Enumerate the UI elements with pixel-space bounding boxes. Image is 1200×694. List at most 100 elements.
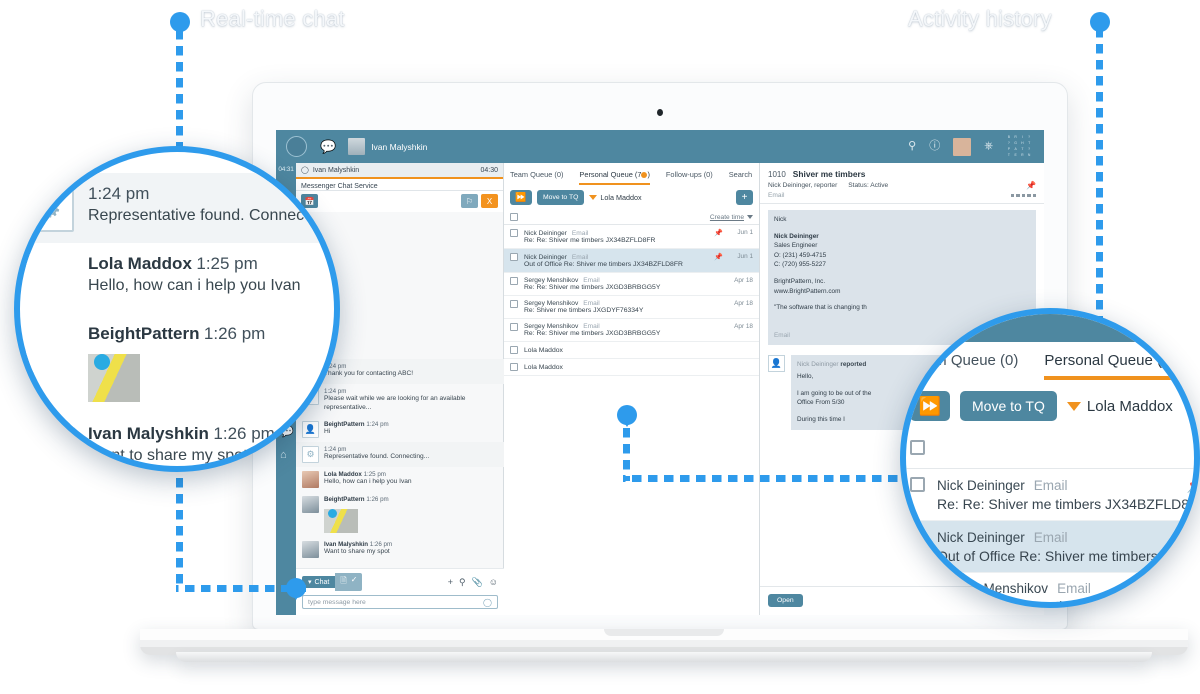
pin-icon[interactable]: 📌	[1187, 529, 1194, 546]
chat-mode-label: Chat	[314, 578, 330, 586]
row-subject: Re: Re: Shiver me timbers JXGD3BRBGG5Y	[524, 330, 661, 337]
user-avatar[interactable]	[953, 137, 972, 156]
avatar	[26, 324, 74, 372]
table-row[interactable]: Nick Deininger Email 📌 Out of Office Re:…	[906, 521, 1194, 573]
queue-owner-dropdown[interactable]: Lola Maddox	[1066, 398, 1173, 415]
chat-mode-button[interactable]: ▾ Chat	[302, 576, 336, 588]
search-icon[interactable]: ⚲	[459, 577, 466, 588]
case-number: 1010	[768, 170, 786, 179]
message-author: BeightPattern	[88, 324, 200, 343]
tab-personal-queue[interactable]: Personal Queue (7)	[579, 170, 650, 185]
message-text: Hello, how can i help you Ivan	[324, 477, 412, 485]
magnified-queue-toolbar: ⏩ Move to TQ Lola Maddox	[906, 380, 1194, 432]
move-to-tq-button[interactable]: Move to TQ	[960, 391, 1057, 421]
avatar	[26, 424, 74, 466]
row-checkbox[interactable]	[510, 363, 518, 371]
fast-forward-icon[interactable]: ⏩	[510, 190, 532, 205]
row-checkbox[interactable]	[510, 229, 518, 237]
move-to-tq-button[interactable]: Move to TQ	[537, 190, 585, 205]
table-row[interactable]: Nick Deininger Email 📌 Re: Re: Shiver me…	[504, 225, 759, 249]
help-icon[interactable]: ⓘ	[929, 141, 940, 152]
row-sender: Sergey Menshikov	[524, 277, 579, 284]
email-line: www.BrightPattern.com	[774, 287, 841, 295]
pin-icon[interactable]: 📌	[714, 229, 723, 237]
end-chat-button[interactable]: X	[481, 194, 498, 208]
pin-icon[interactable]: 📌	[1187, 477, 1194, 494]
sort-by-create-time[interactable]: Create time	[710, 214, 753, 221]
table-row[interactable]: Lola Maddox	[504, 342, 759, 359]
message-meta: Lola Maddox 1:25 pm	[88, 254, 301, 274]
case-detail-header: 1010 Shiver me timbers Nick Deininger, r…	[760, 163, 1044, 204]
tab-team-queue[interactable]: Team Queue (0)	[910, 352, 1018, 380]
send-bubble-icon[interactable]: ◯	[483, 598, 492, 607]
brand-letter: T	[1021, 147, 1024, 151]
brand-letter: ?	[1028, 135, 1031, 139]
app-header-actions: ⚲ ⓘ ⎈ B R I ? ? G H T P A T ? T E R N	[908, 135, 1036, 158]
queue-panel: Team Queue (0) Personal Queue (7) Follow…	[504, 163, 760, 615]
person-icon: 👤	[768, 355, 785, 373]
row-checkbox[interactable]	[510, 277, 518, 285]
table-row[interactable]: Lola Maddox	[504, 359, 759, 376]
select-all-checkbox[interactable]	[510, 213, 518, 221]
emoji-icon[interactable]: ☺	[489, 577, 498, 588]
tab-personal-queue[interactable]: Personal Queue (7)	[1044, 352, 1187, 380]
table-row[interactable]: Sergey Menshikov Email Re: Re: Shiver me…	[504, 319, 759, 342]
row-channel: Email	[1033, 530, 1068, 545]
row-sender: Lola Maddox	[524, 346, 563, 354]
search-icon[interactable]: ⚲	[908, 141, 916, 152]
table-row[interactable]: Nick Deininger Email 📌 Out of Office Re:…	[504, 249, 759, 273]
magnifier-queue: Team Queue (0) Personal Queue (7) ⏩ Move…	[900, 308, 1200, 608]
brand-letter: ?	[1028, 147, 1031, 151]
row-checkbox[interactable]	[510, 323, 518, 331]
message-time: 1:24 pm	[366, 420, 389, 428]
table-row[interactable]: Nick Deininger Email 📌 Re: Re: Shiver me…	[906, 469, 1194, 521]
message-meta: Lola Maddox 1:25 pm	[324, 471, 498, 478]
case-reporter: Nick Deininger, reporter	[768, 182, 838, 189]
magnified-queue-list: Nick Deininger Email 📌 Re: Re: Shiver me…	[906, 469, 1194, 602]
app-header-bar: 💬 Ivan Malyshkin ⚲ ⓘ ⎈ B R I ? ? G H T P…	[276, 130, 1044, 163]
document-icon[interactable]: 🗎	[340, 575, 346, 589]
tab-team-queue[interactable]: Team Queue (0)	[510, 170, 563, 185]
open-button[interactable]: Open	[768, 594, 803, 607]
add-item-button[interactable]: +	[736, 190, 753, 205]
list-item: Ivan Malyshkin 1:26 pm Want to share my …	[20, 413, 334, 466]
tab-search[interactable]: Search	[729, 170, 752, 185]
chat-message-input[interactable]: type message here ◯	[302, 595, 498, 609]
message-time: 1:25 pm	[363, 470, 386, 478]
attachment-dots	[1010, 193, 1036, 198]
row-date: Apr 18	[734, 277, 753, 284]
row-checkbox[interactable]	[510, 253, 518, 261]
table-row[interactable]: Sergey Menshikov Email Re: Re: Shiver me…	[504, 273, 759, 296]
table-row[interactable]: Sergey Menshikov Email Re: Shiver me tim…	[504, 296, 759, 319]
queue-owner-dropdown[interactable]: Lola Maddox	[589, 193, 642, 202]
chevron-down-icon: ▾	[308, 579, 312, 586]
message-meta: BeightPattern 1:26 pm	[88, 324, 265, 344]
row-checkbox[interactable]	[910, 477, 925, 492]
pin-icon[interactable]: 📌	[714, 253, 723, 261]
power-icon[interactable]: ⎈	[984, 141, 993, 152]
tab-follow-ups[interactable]: Follow-ups (0)	[666, 170, 713, 185]
map-thumbnail-image[interactable]	[88, 354, 140, 402]
row-checkbox[interactable]	[510, 300, 518, 308]
plus-icon[interactable]: +	[448, 577, 453, 588]
select-all-checkbox[interactable]	[910, 440, 925, 455]
row-checkbox[interactable]	[910, 581, 925, 596]
row-checkbox[interactable]	[510, 346, 518, 354]
message-text: Hello, how can i help you Ivan	[88, 277, 301, 294]
list-item: Lola Maddox 1:25 pm Hello, how can i hel…	[20, 243, 334, 313]
check-icon[interactable]: ✓	[351, 575, 358, 589]
message-time: 1:26 pm	[366, 495, 389, 503]
row-checkbox[interactable]	[910, 529, 925, 544]
message-time: 1:24 pm	[324, 363, 347, 370]
attach-icon[interactable]: 📎	[472, 577, 483, 588]
row-channel: Email	[583, 323, 600, 330]
pin-icon[interactable]: 📌	[1026, 181, 1036, 190]
row-sender: Nick Deininger	[937, 530, 1025, 545]
map-thumbnail-image[interactable]	[324, 508, 358, 533]
email-line: "The software that is changing th	[774, 304, 867, 312]
chat-composer: ▾ Chat 🗎 ✓ + ⚲ 📎 ☺ type message here ◯	[296, 568, 504, 615]
fast-forward-icon[interactable]: ⏩	[910, 391, 950, 421]
flag-icon[interactable]: ⚐	[461, 194, 478, 208]
row-channel: Email	[1057, 581, 1091, 596]
avatar	[302, 540, 319, 558]
